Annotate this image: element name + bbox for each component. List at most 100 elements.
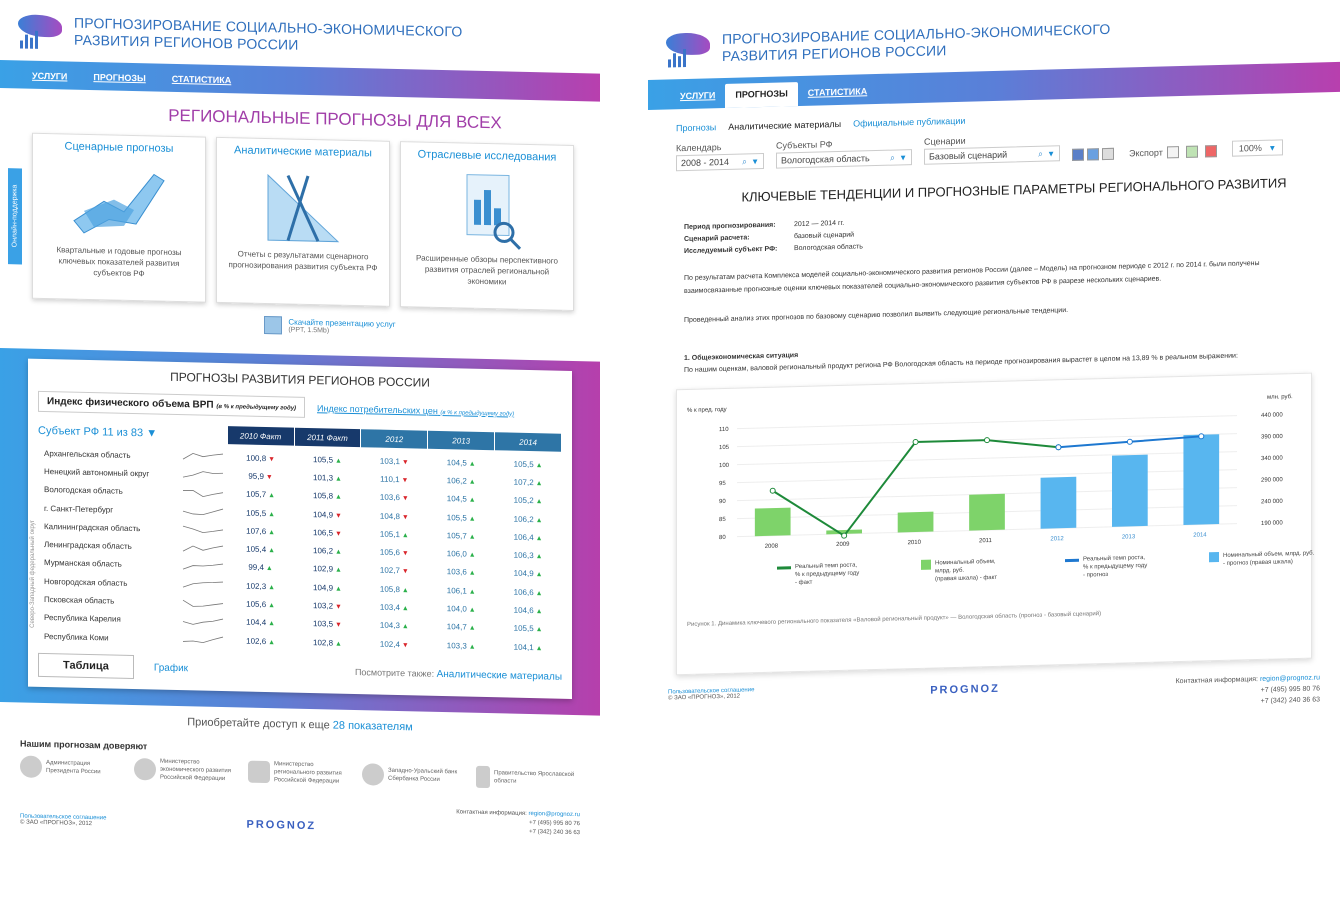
graph-view-link[interactable]: График	[154, 662, 188, 674]
cell-value: 106,6	[513, 587, 534, 597]
subnav-official[interactable]: Официальные публикации	[853, 116, 965, 129]
legend-text: - прогноз	[1083, 571, 1109, 579]
table-cell: 102,4 ▼	[361, 639, 427, 649]
cell-value: 102,7	[379, 566, 400, 576]
table-cell: 103,4 ▲	[361, 602, 427, 613]
arrow-up-icon: ▲	[466, 606, 476, 614]
arrow-up-icon: ▲	[333, 548, 342, 556]
sparkline-icon	[182, 599, 223, 607]
forecast-panel: ПРОГНОЗЫ РАЗВИТИЯ РЕГИОНОВ РОССИИ Индекс…	[28, 358, 572, 700]
y2-tick-label: 290 000	[1261, 477, 1283, 484]
card-link-analytics[interactable]: Аналитические материалы	[225, 144, 381, 160]
access-text: Приобретайте доступ к еще	[187, 716, 330, 732]
nav-services[interactable]: УСЛУГИ	[676, 90, 719, 109]
sparkline-icon	[182, 453, 223, 460]
nav-statistics[interactable]: СТАТИСТИКА	[168, 74, 235, 94]
contact-label: Контактная информация:	[1175, 676, 1258, 686]
contact-phone2: +7 (342) 240 36 63	[529, 829, 580, 837]
nav-services[interactable]: УСЛУГИ	[28, 71, 71, 90]
arrow-down-icon: ▼	[399, 513, 409, 521]
card-link-industry[interactable]: Отраслевые исследования	[409, 148, 565, 164]
chart-bar	[754, 507, 791, 537]
export-label: Экспорт	[1129, 147, 1163, 159]
chart-point	[1055, 444, 1062, 451]
chart-point	[841, 532, 848, 539]
table-cell: 105,4 ▲	[228, 544, 294, 555]
region-select[interactable]: Субъект РФ 11 из 83 ▼	[38, 425, 228, 441]
zoom-select[interactable]: 100% ▼	[1231, 139, 1284, 157]
chevron-down-icon[interactable]: ▼	[751, 157, 759, 166]
arrow-up-icon: ▲	[533, 644, 543, 652]
arrow-up-icon: ▲	[533, 480, 543, 488]
tab-grp-label: Индекс физического объема ВРП	[47, 396, 214, 411]
table-cell: 102,9 ▲	[295, 564, 361, 575]
russia-map-icon	[248, 760, 270, 784]
card-analytics[interactable]: Аналитические материалы Отчеты с результ…	[216, 136, 390, 307]
card-scenario-forecasts[interactable]: Сценарные прогнозы Квартальные и годовые…	[32, 132, 206, 303]
export-excel-icon[interactable]	[1185, 145, 1198, 158]
online-support-tab[interactable]: Онлайн-поддержка	[8, 168, 22, 265]
nav-forecasts[interactable]: ПРОГНОЗЫ	[725, 82, 798, 108]
access-offer: Приобретайте доступ к еще 28 показателям	[0, 712, 600, 738]
prognoz-logo[interactable]: PROGNOZ	[247, 819, 317, 833]
chart-bar	[1183, 434, 1220, 525]
left-page: ПРОГНОЗИРОВАНИЕ СОЦИАЛЬНО-ЭКОНОМИЧЕСКОГО…	[0, 0, 600, 902]
table-cell: 105,6 ▲	[228, 599, 294, 610]
subject-input[interactable]: Вологодская область ⌕ ▼	[776, 149, 912, 169]
card-text-industry: Расширенные обзоры перспективного развит…	[416, 253, 558, 287]
chevron-down-icon[interactable]: ▼	[899, 153, 907, 162]
search-icon[interactable]: ⌕	[1038, 148, 1043, 159]
chevron-down-icon: ▼	[146, 427, 158, 440]
card-industry-research[interactable]: Отраслевые исследования Расширенные обзо…	[400, 141, 574, 312]
calendar-input[interactable]: 2008 - 2014 ⌕ ▼	[676, 152, 764, 172]
table-cell: 105,8 ▲	[295, 491, 361, 501]
nav-forecasts[interactable]: ПРОГНОЗЫ	[89, 72, 149, 91]
sparkline-icon	[182, 581, 223, 588]
chevron-down-icon[interactable]: ▼	[1047, 149, 1055, 158]
see-also-link[interactable]: Аналитические материалы	[437, 669, 562, 683]
prognoz-logo[interactable]: PROGNOZ	[930, 683, 1000, 697]
export-pdf-icon[interactable]	[1204, 145, 1217, 158]
print-icon[interactable]	[1102, 147, 1114, 161]
table-view-button[interactable]: Таблица	[38, 653, 134, 680]
russia-map-logo-icon	[14, 10, 64, 51]
contact-email-link[interactable]: region@prognoz.ru	[529, 811, 580, 818]
trust-item-label: Министерство экономического развития Рос…	[160, 758, 232, 783]
x-tick-label: 2014	[1193, 532, 1207, 538]
report-meta: Период прогнозирования: 2012 — 2014 гг. С…	[648, 205, 1340, 259]
tab-cpi-index[interactable]: Индекс потребительских цен (в % к предыд…	[317, 403, 514, 417]
export-word-icon[interactable]	[1166, 146, 1179, 159]
cell-value: 105,6	[379, 547, 400, 558]
refresh-icon[interactable]	[1087, 148, 1099, 161]
y-tick-label: 105	[719, 445, 730, 451]
legend-line-swatch	[777, 566, 791, 570]
cell-value: 104,3	[379, 620, 400, 631]
col-header[interactable]: 2014	[495, 432, 562, 452]
subnav-forecasts[interactable]: Прогнозы	[676, 122, 716, 133]
contact-email-link[interactable]: region@prognoz.ru	[1260, 674, 1320, 683]
col-header[interactable]: 2011 Факт	[294, 427, 361, 448]
sparkline-icon	[182, 526, 223, 534]
y2-tick-label: 190 000	[1261, 520, 1283, 527]
save-icon[interactable]	[1072, 148, 1084, 161]
col-header[interactable]: 2013	[428, 430, 495, 451]
table-cell: 104,7 ▲	[428, 622, 494, 632]
search-icon[interactable]: ⌕	[890, 152, 895, 163]
subnav-analytics[interactable]: Аналитические материалы	[728, 119, 841, 132]
nav-statistics[interactable]: СТАТИСТИКА	[804, 86, 871, 106]
card-link-scenario[interactable]: Сценарные прогнозы	[41, 140, 197, 156]
arrow-up-icon: ▲	[266, 492, 276, 500]
tab-grp-index[interactable]: Индекс физического объема ВРП (в % к пре…	[38, 390, 306, 418]
subject-filter: Субъекты РФ Вологодская область ⌕ ▼	[776, 137, 912, 169]
cell-value: 103,6	[379, 492, 400, 503]
cell-value: 105,5	[513, 623, 534, 634]
arrow-up-icon: ▲	[466, 588, 476, 596]
table-cell: 104,9 ▲	[495, 569, 561, 579]
access-link[interactable]: 28 показателям	[333, 720, 413, 734]
col-header[interactable]: 2012	[361, 429, 428, 449]
search-icon[interactable]: ⌕	[742, 156, 747, 167]
col-header[interactable]: 2010 Факт	[227, 426, 294, 446]
scenario-value: Базовый сценарий	[929, 149, 1008, 162]
table-cell: 104,1 ▲	[495, 642, 561, 652]
scenario-input[interactable]: Базовый сценарий ⌕ ▼	[924, 145, 1060, 165]
